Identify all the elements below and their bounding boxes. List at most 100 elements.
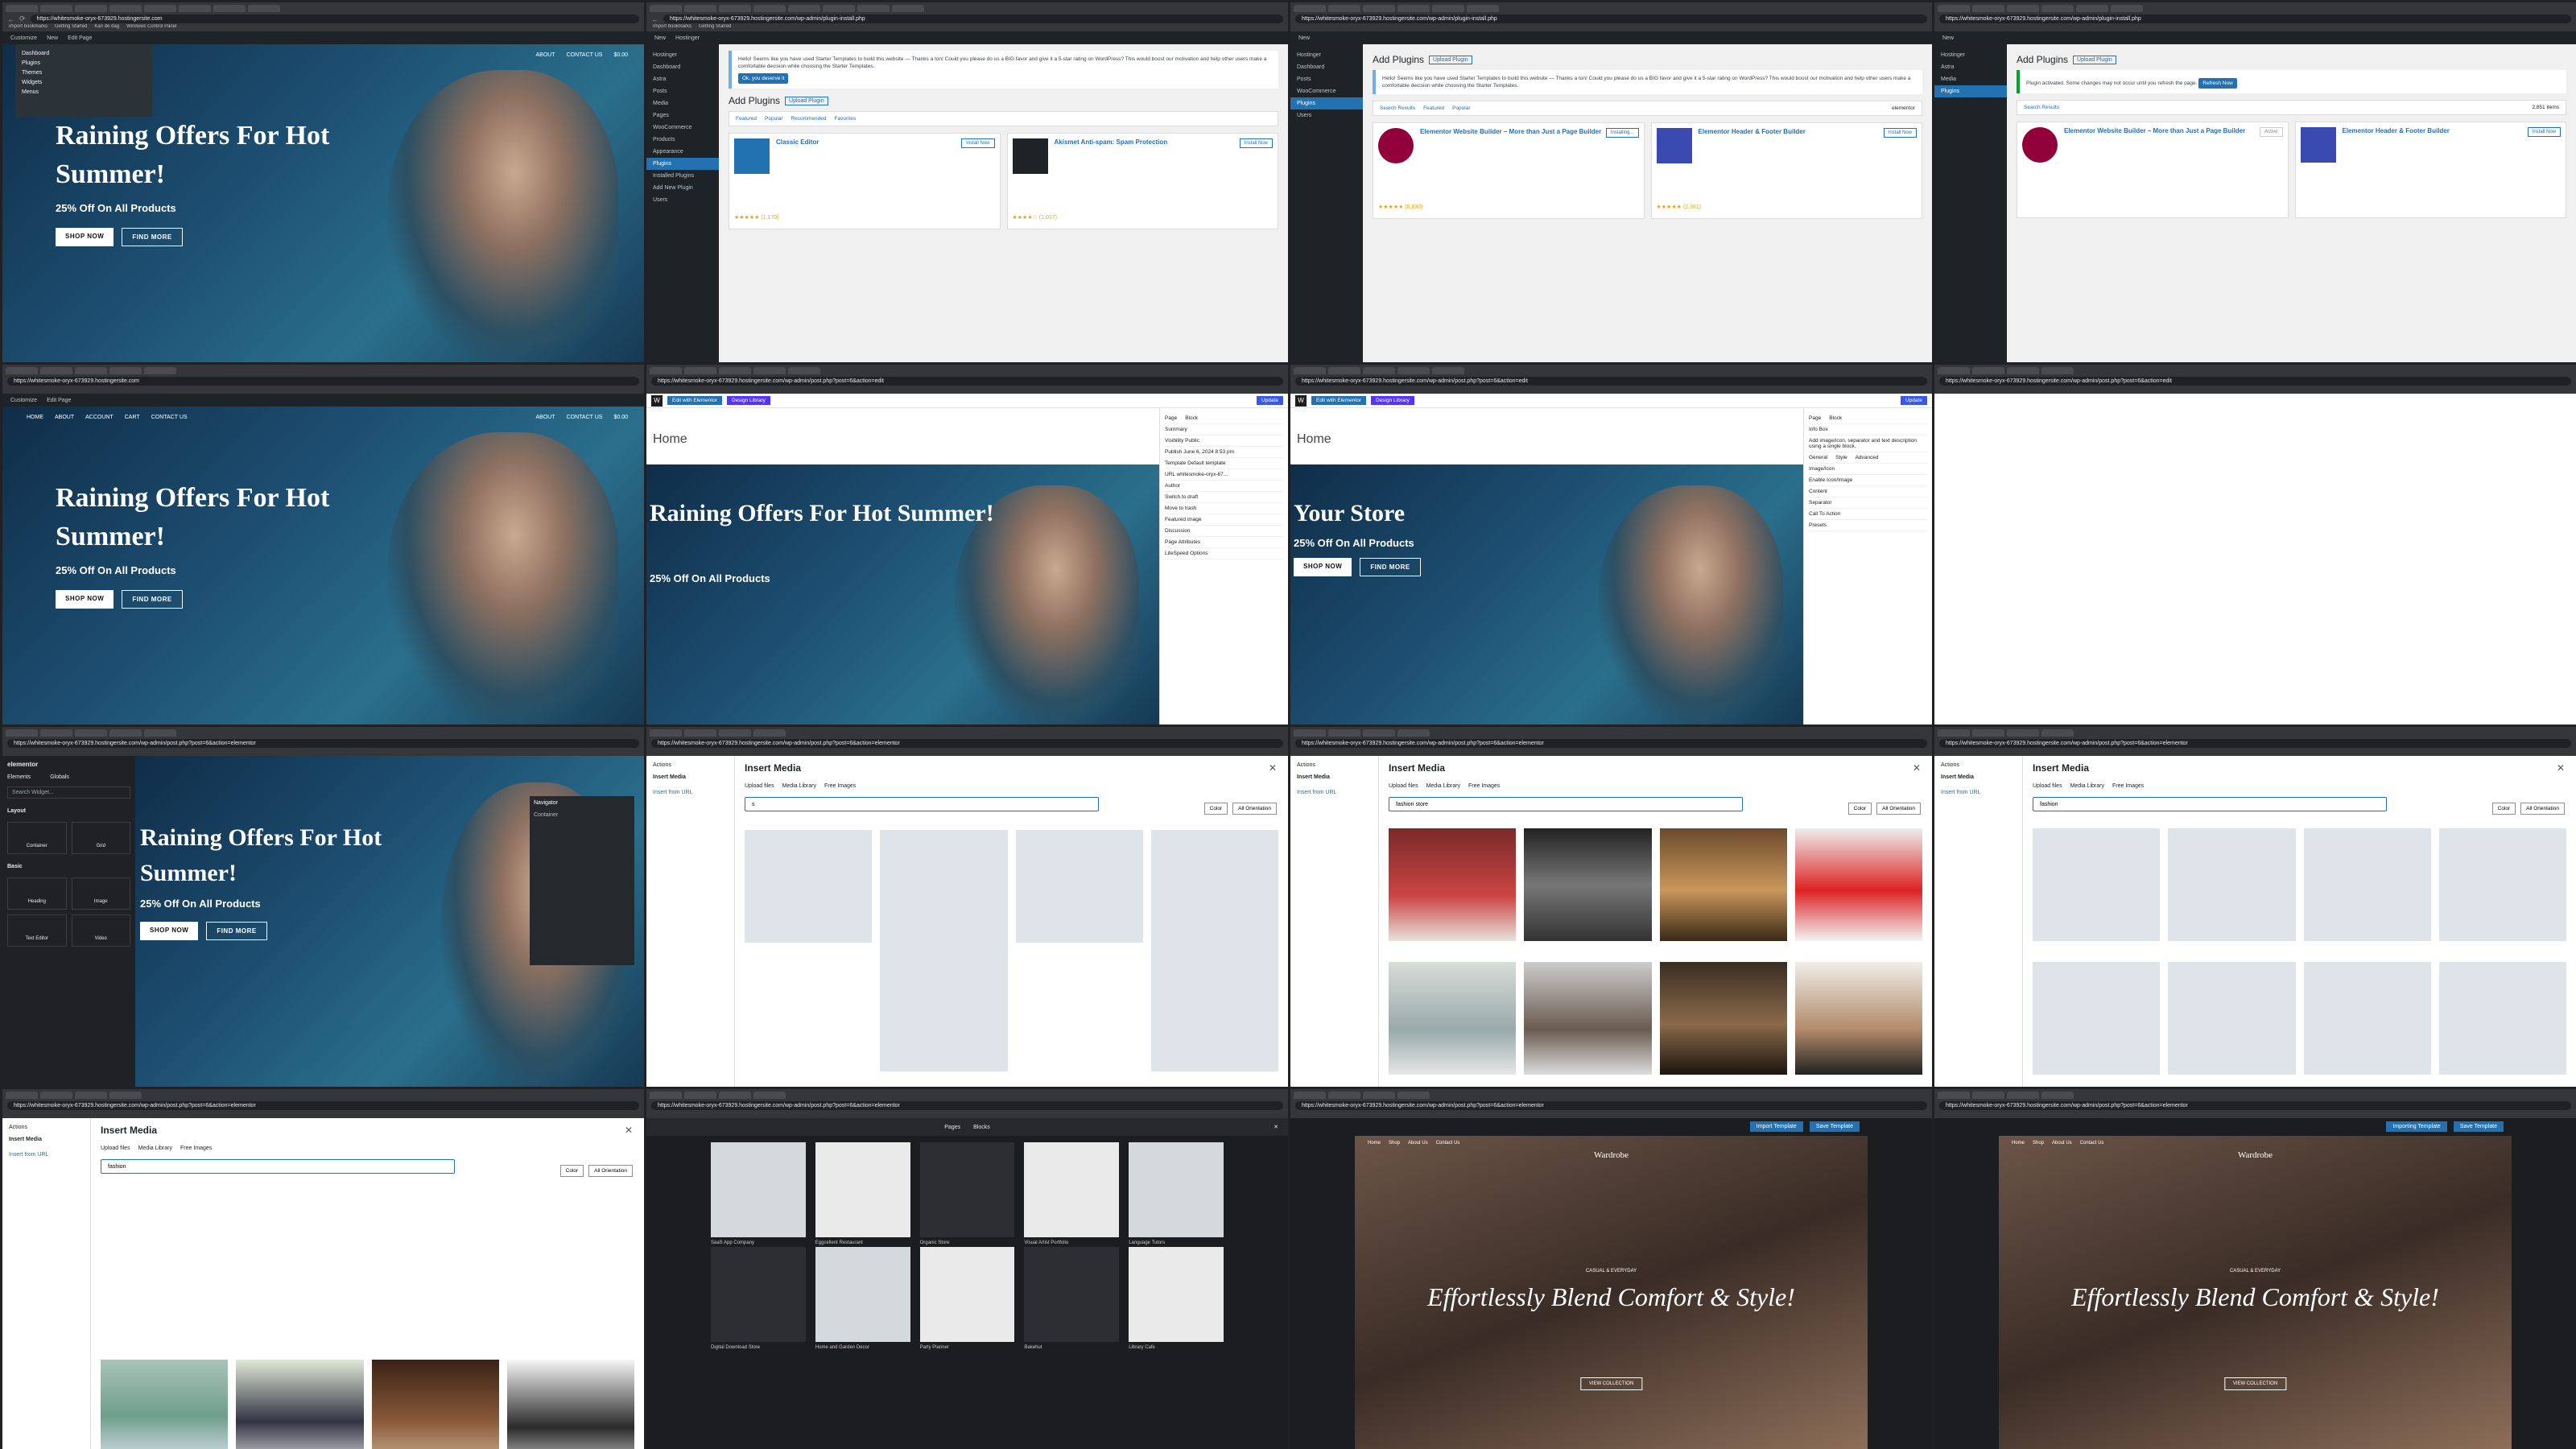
upload-plugin-button[interactable]: Upload Plugin <box>2073 56 2116 65</box>
tab-search-results[interactable]: Search Results <box>1380 105 1415 111</box>
sidebar-item-plugins[interactable]: Plugins <box>1290 97 1363 109</box>
plugin-name[interactable]: Elementor Website Builder – More than Ju… <box>2022 127 2283 134</box>
page-heading[interactable]: Home <box>653 432 687 447</box>
hero-title[interactable]: Raining Offers For Hot Summer! <box>140 820 445 891</box>
nav-contact[interactable]: CONTACT US <box>567 52 603 58</box>
sidebar-item[interactable]: Appearance <box>646 146 719 158</box>
image-search-input[interactable]: fashion store <box>1389 797 1743 811</box>
panel-row[interactable]: URL whitesmoke-oryx-67... <box>1165 469 1283 481</box>
widget-heading[interactable]: Heading <box>7 877 67 910</box>
tab-pages[interactable]: Pages <box>944 1125 960 1130</box>
orientation-select[interactable]: All Orientation <box>1876 803 1921 815</box>
insert-media-link[interactable]: Insert Media <box>653 774 728 780</box>
tab-elements[interactable]: Elements <box>7 774 31 780</box>
tab-free-images[interactable]: Free Images <box>180 1146 212 1151</box>
sidebar-item[interactable]: Astra <box>1934 61 2007 73</box>
widget-search-input[interactable]: Search Widget... <box>7 786 130 799</box>
new-link[interactable]: New <box>1942 35 1954 41</box>
image-search-input[interactable]: fashion <box>2033 797 2387 811</box>
customize-link[interactable]: Customize <box>10 35 37 41</box>
tab-block[interactable]: Block <box>1829 415 1842 421</box>
orientation-select[interactable]: All Orientation <box>2520 803 2565 815</box>
find-more-button[interactable]: FIND MORE <box>122 590 183 609</box>
template-card[interactable]: Eggcellent Restaurant <box>815 1142 910 1245</box>
widget-image[interactable]: Image <box>71 877 130 910</box>
switch-to-draft-button[interactable]: Switch to draft <box>1165 492 1283 503</box>
hero-subtitle[interactable]: 25% Off On All Products <box>650 572 770 584</box>
importing-template-button[interactable]: Importing Template <box>2386 1121 2447 1132</box>
widget-container[interactable]: Container <box>7 822 67 854</box>
nav-cart[interactable]: CART <box>125 415 140 420</box>
nav-about[interactable]: ABOUT <box>535 52 555 58</box>
address-bar[interactable]: https://whitesmoke-oryx-673929.hostinger… <box>651 739 1283 748</box>
tab-free-images[interactable]: Free Images <box>1468 783 1500 789</box>
tab-upload-files[interactable]: Upload files <box>745 783 774 789</box>
find-more-button[interactable]: FIND MORE <box>1360 558 1421 576</box>
color-select[interactable]: Color <box>1847 803 1872 815</box>
install-now-button[interactable]: Install Now <box>2527 127 2561 137</box>
insert-media-link[interactable]: Insert Media <box>9 1137 84 1142</box>
address-bar[interactable]: https://whitesmoke-oryx-673929.hostinger… <box>30 14 639 23</box>
bookmark[interactable]: Import bookmarks <box>9 24 47 31</box>
edit-with-elementor-button[interactable]: Edit with Elementor <box>1311 396 1366 405</box>
tab-page[interactable]: Page <box>1809 415 1821 421</box>
panel-row[interactable]: Page Attributes <box>1165 537 1283 548</box>
close-icon[interactable]: ✕ <box>2557 762 2565 774</box>
template-card[interactable]: Library Cafe <box>1129 1247 1224 1350</box>
install-now-button[interactable]: Install Now <box>961 138 995 148</box>
insert-from-url-link[interactable]: Insert from URL <box>9 1152 84 1158</box>
bookmark[interactable]: Kan de dag <box>94 24 119 31</box>
sidebar-item-plugins[interactable]: Plugins <box>1934 85 2007 97</box>
insert-from-url-link[interactable]: Insert from URL <box>1297 790 1372 795</box>
sidebar-item[interactable]: Dashboard <box>646 61 719 73</box>
update-button[interactable]: Update <box>1901 396 1927 405</box>
address-bar[interactable]: https://whitesmoke-oryx-673929.hostinger… <box>1939 14 2571 23</box>
template-card[interactable]: Home and Garden Decor <box>815 1247 910 1350</box>
tab-recommended[interactable]: Recommended <box>791 116 826 122</box>
tab-upload-files[interactable]: Upload files <box>2033 783 2062 789</box>
import-template-button[interactable]: Import Template <box>1749 1121 1803 1132</box>
tab-blocks[interactable]: Blocks <box>973 1125 990 1130</box>
stock-photo[interactable] <box>371 1360 499 1449</box>
tab-free-images[interactable]: Free Images <box>824 783 856 789</box>
hostinger-link[interactable]: Hostinger <box>675 35 700 41</box>
sidebar-item[interactable]: Media <box>646 97 719 109</box>
address-bar[interactable]: https://whitesmoke-oryx-673929.hostinger… <box>663 14 1283 23</box>
sidebar-item[interactable]: Posts <box>646 85 719 97</box>
template-card[interactable]: Party Planner <box>919 1247 1015 1350</box>
nav-account[interactable]: ACCOUNT <box>85 415 114 420</box>
edit-page-link[interactable]: Edit Page <box>47 398 71 403</box>
address-bar[interactable]: https://whitesmoke-oryx-673929.hostinger… <box>7 1101 639 1110</box>
tab-media-library[interactable]: Media Library <box>138 1146 172 1151</box>
panel-row[interactable]: Visibility Public <box>1165 436 1283 447</box>
section-layout[interactable]: Layout <box>7 808 130 814</box>
nav-about[interactable]: ABOUT <box>55 415 74 420</box>
menu-item[interactable]: Menus <box>22 88 146 97</box>
cart-total[interactable]: $0.00 <box>613 52 628 58</box>
update-button[interactable]: Update <box>1257 396 1283 405</box>
tab-featured[interactable]: Featured <box>1423 105 1444 111</box>
template-card[interactable]: Language Tutors <box>1129 1142 1224 1245</box>
design-library-button[interactable]: Design Library <box>727 396 770 405</box>
tab-free-images[interactable]: Free Images <box>2112 783 2144 789</box>
address-bar[interactable]: https://whitesmoke-oryx-673929.hostinger… <box>1295 739 1927 748</box>
template-card[interactable]: Digital Download Store <box>711 1247 806 1350</box>
tab-search-results[interactable]: Search Results <box>2024 105 2059 110</box>
template-card[interactable]: SaaS App Company <box>711 1142 806 1245</box>
design-library-button[interactable]: Design Library <box>1371 396 1414 405</box>
close-icon[interactable]: ✕ <box>1913 762 1921 774</box>
color-select[interactable]: Color <box>559 1165 584 1177</box>
nav-contact[interactable]: CONTACT US <box>151 415 188 420</box>
address-bar[interactable]: https://whitesmoke-oryx-673929.hostinger… <box>1295 377 1927 386</box>
sidebar-item[interactable]: Posts <box>1290 73 1363 85</box>
stock-photo[interactable] <box>1389 828 1517 941</box>
panel-row[interactable]: Image/Icon <box>1809 464 1927 475</box>
address-bar[interactable]: https://whitesmoke-oryx-673929.hostinger… <box>7 739 639 748</box>
stock-photo[interactable] <box>506 1360 634 1449</box>
sidebar-item[interactable]: Media <box>1934 73 2007 85</box>
bookmark[interactable]: Windows Control Panel <box>126 24 176 31</box>
panel-row[interactable]: LiteSpeed Options <box>1165 548 1283 559</box>
hero-subtitle[interactable]: 25% Off On All Products <box>140 898 261 910</box>
refresh-icon[interactable]: ⟳ <box>19 14 26 23</box>
panel-row[interactable]: Presets <box>1809 520 1927 531</box>
